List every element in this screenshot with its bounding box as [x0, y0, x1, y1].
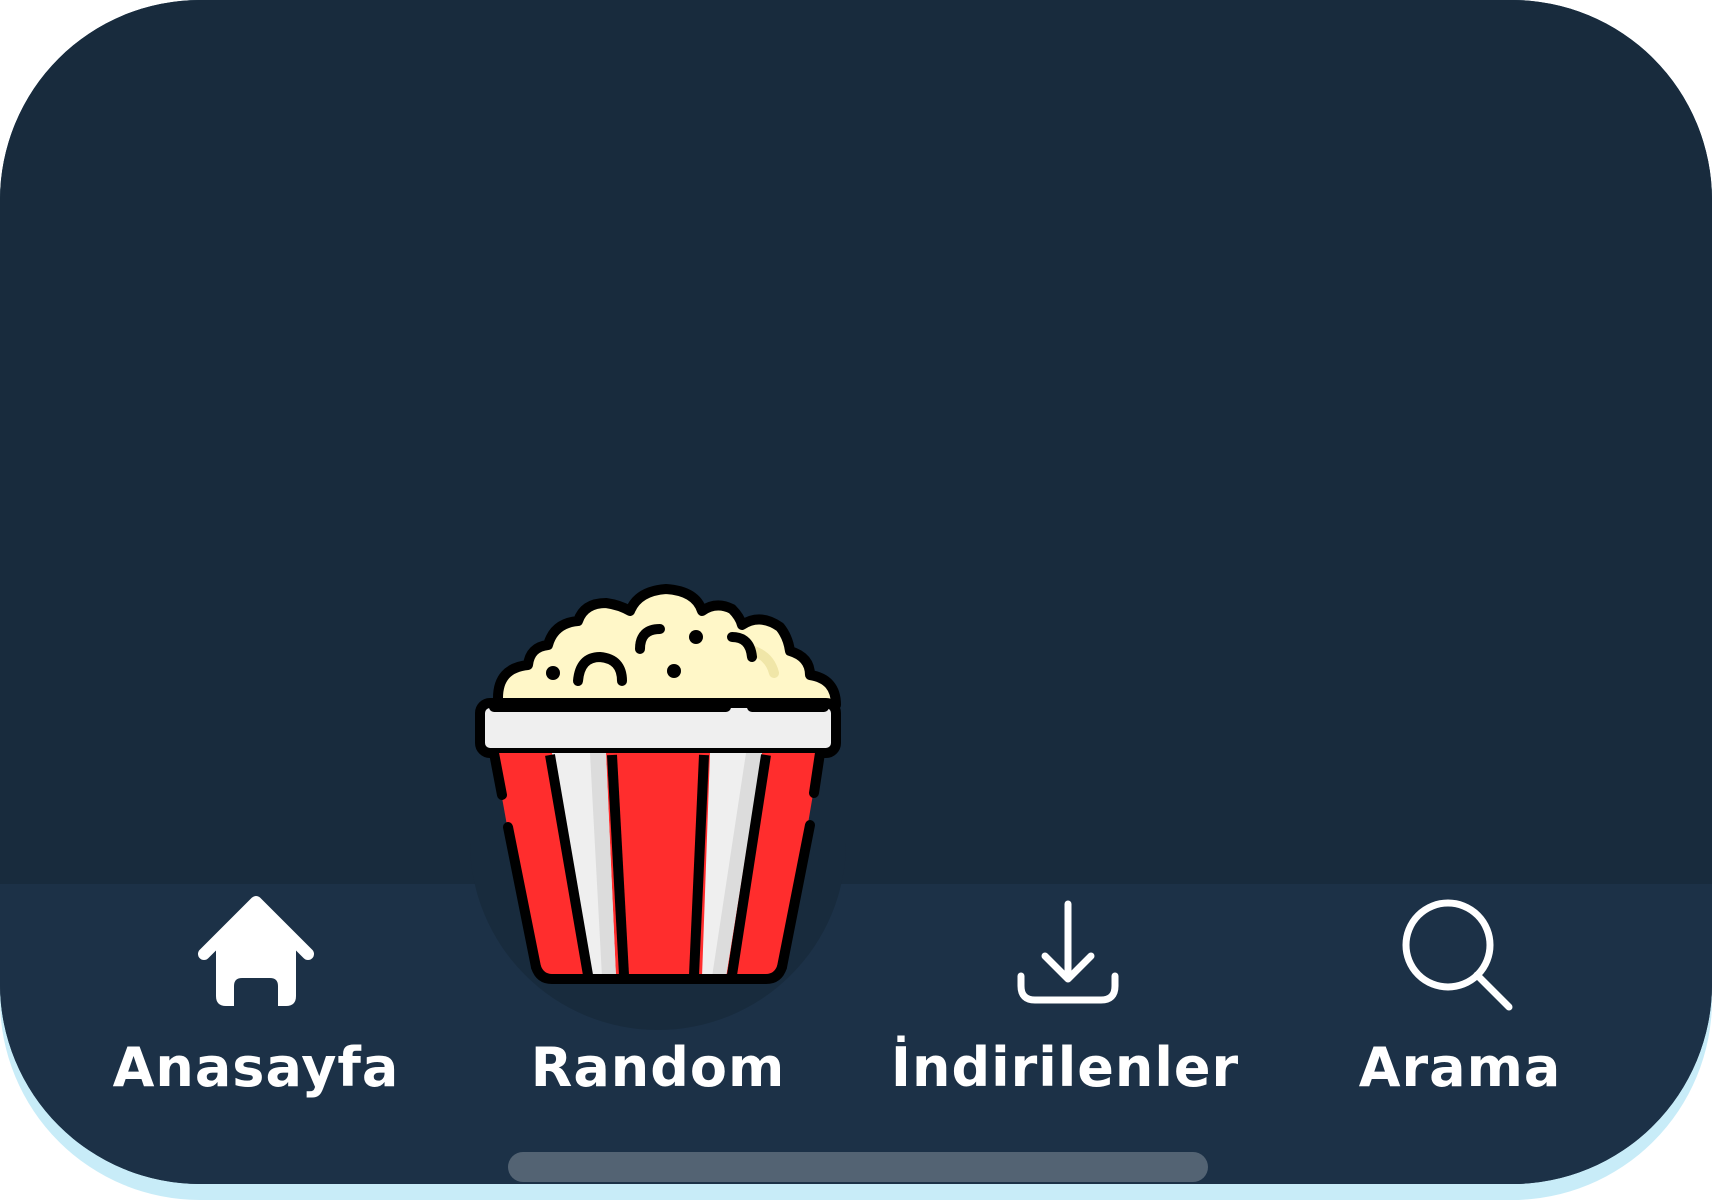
- tab-home[interactable]: Anasayfa: [106, 884, 406, 1134]
- tab-search-label: Arama: [1358, 1036, 1562, 1099]
- tab-downloads-label: İndirilenler: [890, 1036, 1240, 1099]
- home-indicator[interactable]: [508, 1152, 1208, 1182]
- main-content: [0, 0, 1712, 884]
- home-icon: [186, 886, 326, 1026]
- search-icon: [1390, 886, 1530, 1026]
- tab-search[interactable]: Arama: [1310, 884, 1610, 1134]
- tab-downloads[interactable]: İndirilenler: [891, 884, 1238, 1134]
- tab-home-label: Anasayfa: [112, 1036, 400, 1099]
- download-icon: [995, 886, 1135, 1026]
- tab-random-label: Random: [530, 1036, 786, 1099]
- app-screen: Anasayfa Random İndirilenler Arama: [0, 0, 1712, 1184]
- popcorn-icon[interactable]: [470, 565, 846, 1005]
